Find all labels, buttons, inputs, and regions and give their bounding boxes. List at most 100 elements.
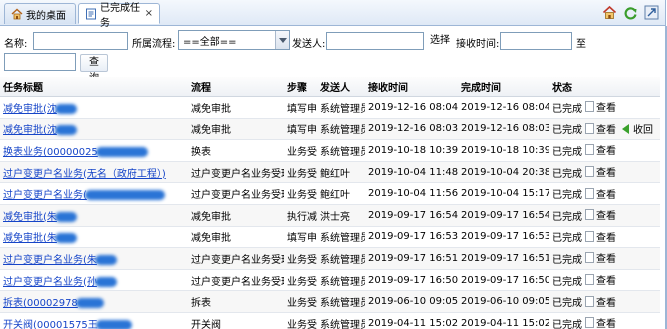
cell-recv: 2019-12-16 08:04:33 (365, 96, 458, 119)
table-row[interactable]: 过户变更户名业务(孙过户变更户名业务受理业务受理系统管理员2019-09-17 … (0, 269, 660, 292)
query-button[interactable]: 查询 (80, 54, 108, 84)
task-title-link[interactable]: 过户变更户名业务( (3, 190, 87, 201)
cell-title: 过户变更户名业务(朱 (0, 247, 188, 270)
document-icon (585, 209, 594, 221)
cell-done: 2019-09-17 16:53:00 (458, 226, 549, 249)
cell-done: 2019-10-18 10:39:25 (458, 139, 549, 162)
view-button[interactable]: 查看 (585, 229, 616, 244)
redacted-mark (54, 125, 77, 136)
task-title-link[interactable]: 减免审批(沈 (3, 125, 57, 136)
cell-sender: 系统管理员 (317, 118, 365, 141)
cell-flow: 过户变更户名业务受理 (188, 182, 284, 205)
document-icon (585, 295, 594, 307)
cell-done: 2019-12-16 08:04:33 (458, 96, 549, 119)
task-title-link[interactable]: 减免审批(朱 (3, 233, 57, 244)
table-row[interactable]: 拆表(00002978 拆表业务受理系统管理员2019-06-10 09:05:2… (0, 290, 660, 313)
table-row[interactable]: 减免审批(朱 减免审批执行减免洪士亮2019-09-17 16:54:122019… (0, 204, 660, 227)
view-button[interactable]: 查看 (585, 207, 616, 222)
view-button[interactable]: 查看 (585, 250, 616, 265)
tab-bar: 我的桌面 已完成任务 × (0, 0, 666, 29)
cell-actions: 查看 (582, 204, 660, 227)
redacted-mark (54, 211, 77, 222)
sender-label: 发送人: (292, 39, 326, 50)
column-header: 完成时间 (458, 77, 549, 97)
view-button[interactable]: 查看 (585, 315, 616, 329)
close-icon[interactable]: × (145, 8, 153, 19)
view-label: 查看 (596, 232, 616, 244)
view-button[interactable]: 查看 (585, 99, 616, 114)
task-title-link[interactable]: 拆表(00002978 (3, 298, 78, 309)
home-icon[interactable] (602, 5, 617, 20)
view-label: 查看 (596, 297, 616, 309)
table-row[interactable]: 开关阀(00001575王开关阀业务受理系统管理员2019-04-11 15:0… (0, 312, 660, 329)
cell-done: 2019-10-04 20:38:33 (458, 161, 549, 184)
table-row[interactable]: 过户变更户名业务(过户变更户名业务受理业务受理鲍红叶2019-10-04 11:… (0, 182, 660, 205)
task-title-link[interactable]: 过户变更户名业务(无名（政府工程）) (3, 169, 166, 180)
column-header-actions (582, 77, 660, 97)
tab-label: 我的桌面 (26, 10, 66, 22)
select-sender-button[interactable]: 选择 (426, 33, 454, 51)
task-title-link[interactable]: 过户变更户名业务(孙 (3, 277, 97, 288)
document-icon (585, 252, 594, 264)
receive-time-end-input[interactable] (4, 53, 76, 71)
cell-status: 已完成 (549, 247, 582, 270)
cell-flow: 拆表 (188, 290, 284, 313)
view-button[interactable]: 查看 (585, 164, 616, 179)
cell-step: 业务受理 (284, 182, 317, 205)
column-header: 发送人 (317, 77, 365, 97)
table-row[interactable]: 过户变更户名业务(无名（政府工程）)过户变更户名业务受理业务受理鲍红叶2019-… (0, 161, 660, 184)
redacted-mark (54, 233, 77, 244)
task-title-link[interactable]: 换表业务(00000025 (3, 147, 98, 158)
task-title-link[interactable]: 减免审批(沈 (3, 104, 57, 115)
redacted-mark (95, 146, 148, 157)
document-icon (585, 230, 594, 242)
receive-time-start-input[interactable] (500, 32, 572, 50)
tab-desktop[interactable]: 我的桌面 (4, 3, 76, 24)
process-select[interactable]: ==全部== (178, 30, 290, 50)
table-row[interactable]: 减免审批(沈减免审批填写申请系统管理员2019-12-16 08:03:2520… (0, 118, 660, 141)
table-row[interactable]: 换表业务(00000025换表业务受理系统管理员2019-10-18 10:39… (0, 139, 660, 162)
cell-title: 过户变更户名业务(无名（政府工程）) (0, 161, 188, 184)
table-row[interactable]: 减免审批(沈减免审批填写申请系统管理员2019-12-16 08:04:3320… (0, 96, 660, 119)
cell-actions: 查看 收回 (582, 118, 660, 141)
refresh-icon[interactable] (623, 5, 638, 20)
table-row[interactable]: 过户变更户名业务(朱过户变更户名业务受理业务受理系统管理员2019-09-17 … (0, 247, 660, 270)
name-input[interactable] (33, 32, 128, 50)
cell-done: 2019-10-04 15:17:42 (458, 182, 549, 205)
view-button[interactable]: 查看 (585, 142, 616, 157)
view-button[interactable]: 查看 (585, 272, 616, 287)
process-select-value: ==全部== (183, 37, 237, 48)
tab-completed-tasks[interactable]: 已完成任务 × (78, 3, 160, 29)
column-header: 流程 (188, 77, 284, 97)
cell-flow: 减免审批 (188, 226, 284, 249)
document-icon (585, 187, 594, 199)
cell-recv: 2019-09-17 16:54:12 (365, 204, 458, 227)
cell-sender: 系统管理员 (317, 290, 365, 313)
arrow-left-icon (622, 123, 629, 134)
filter-panel: 名称: 所属流程: ==全部== 发送人: 选择 接收时间: 至 查询 (0, 26, 666, 84)
cell-step: 执行减免 (284, 204, 317, 227)
cell-title: 减免审批(朱 (0, 226, 188, 249)
cell-done: 2019-12-16 08:03:25 (458, 118, 549, 141)
expand-icon[interactable] (644, 5, 659, 20)
task-title-link[interactable]: 减免审批(朱 (3, 212, 57, 223)
cell-actions: 查看 (582, 161, 660, 184)
cell-step: 业务受理 (284, 139, 317, 162)
cell-recv: 2019-06-10 09:05:27 (365, 290, 458, 313)
cell-status: 已完成 (549, 290, 582, 313)
table-row[interactable]: 减免审批(朱减免审批填写申请系统管理员2019-09-17 16:53:0020… (0, 226, 660, 249)
task-title-link[interactable]: 开关阀(00001575王 (3, 320, 98, 329)
cell-done: 2019-09-17 16:50:08 (458, 269, 549, 292)
sender-input[interactable] (326, 32, 424, 50)
view-label: 查看 (596, 211, 616, 223)
table-header: 任务标题 流程 步骤 发送人 接收时间 完成时间 状态 (0, 77, 660, 97)
column-header: 状态 (549, 77, 582, 97)
recall-button[interactable]: 收回 (622, 121, 653, 136)
to-label: 至 (576, 39, 586, 50)
view-button[interactable]: 查看 (585, 186, 616, 201)
view-button[interactable]: 查看 (585, 121, 616, 136)
view-button[interactable]: 查看 (585, 294, 616, 309)
task-title-link[interactable]: 过户变更户名业务(朱 (3, 255, 97, 266)
cell-recv: 2019-09-17 16:50:02 (365, 269, 458, 292)
cell-step: 业务受理 (284, 290, 317, 313)
